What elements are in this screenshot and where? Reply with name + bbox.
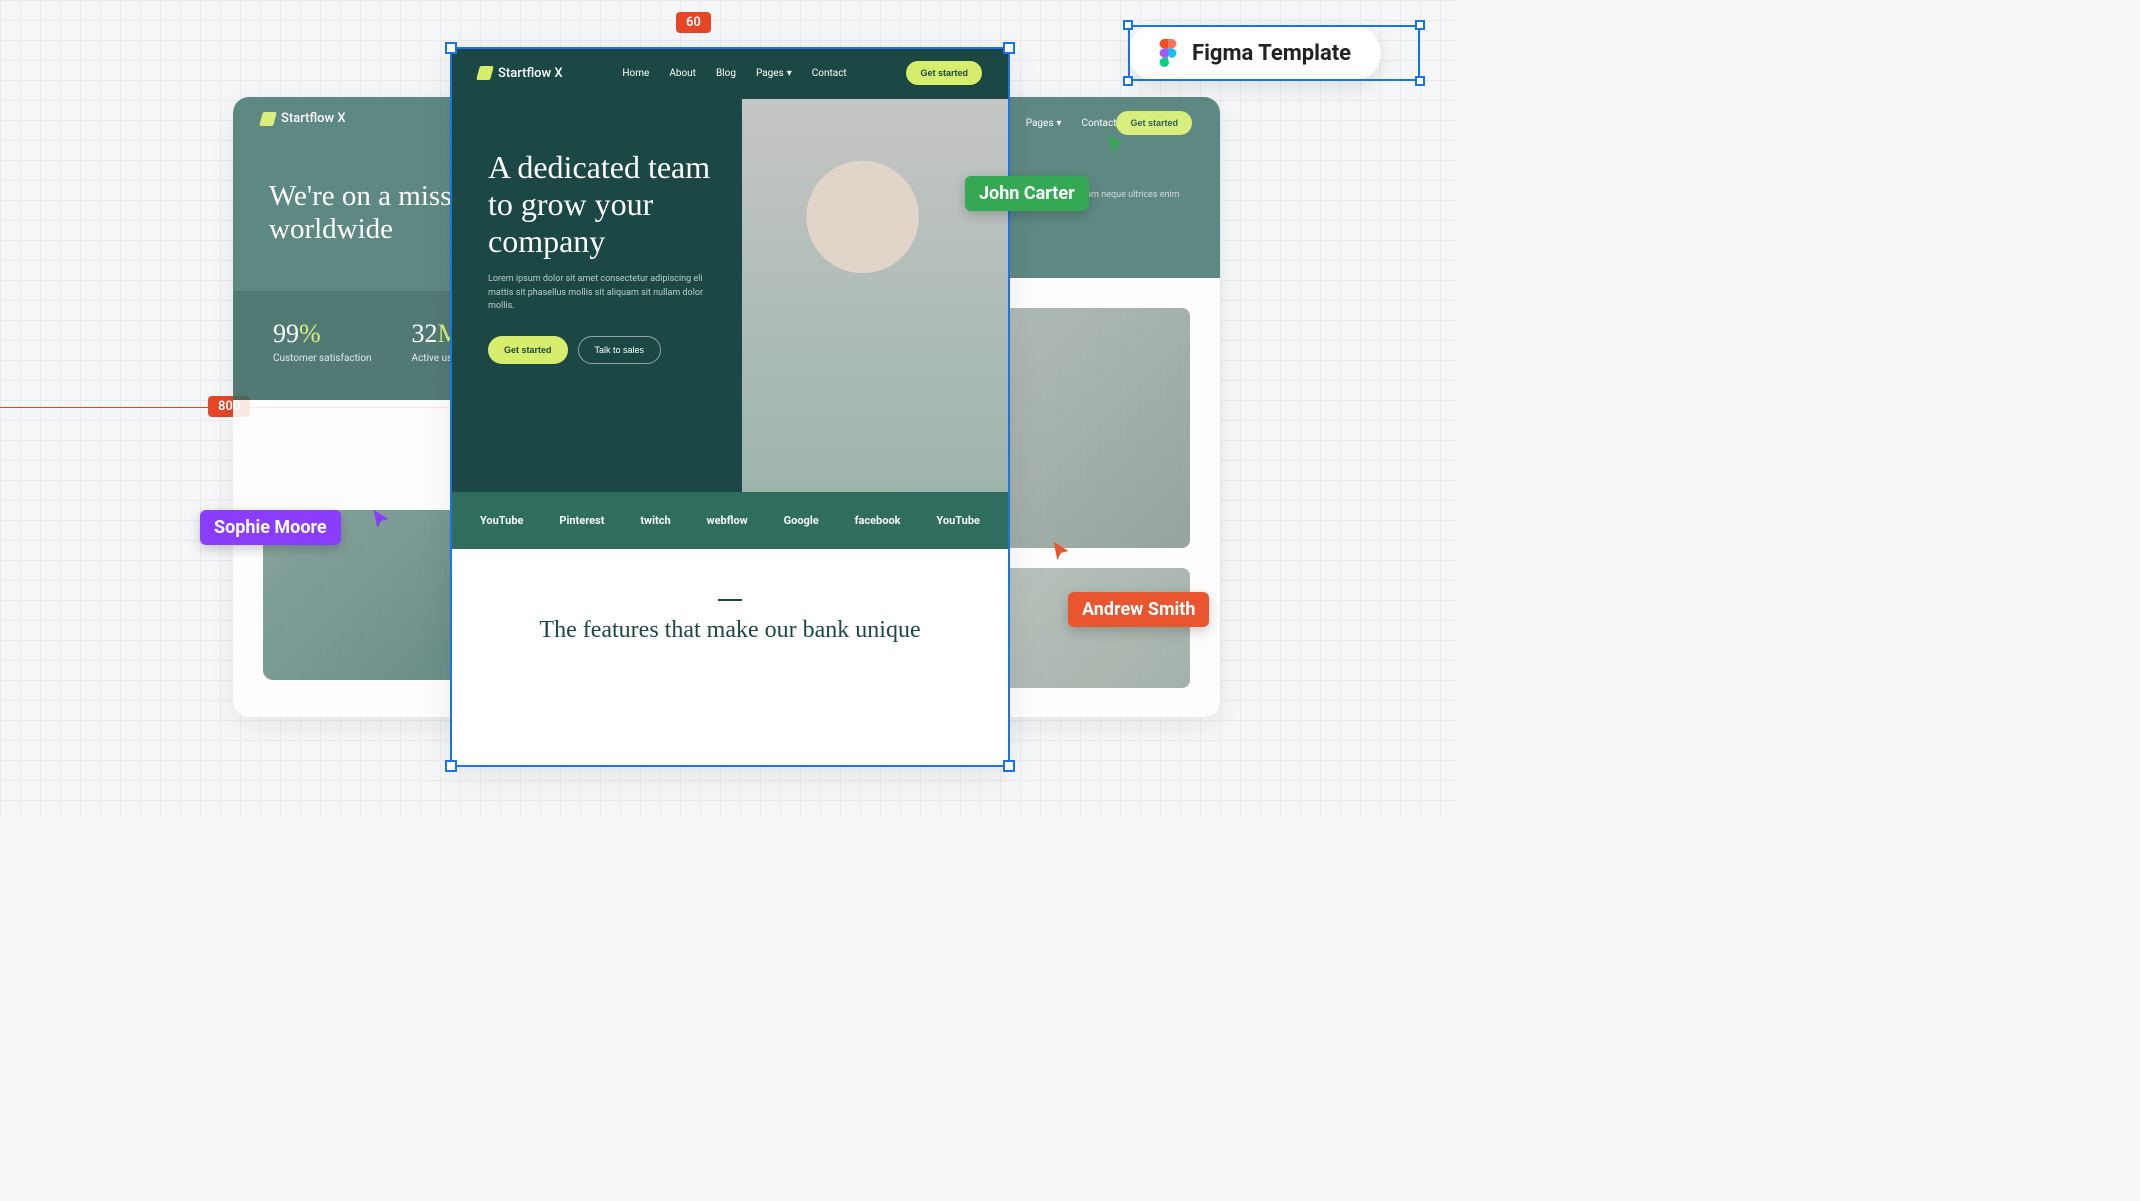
talk-to-sales-button[interactable]: Talk to sales (578, 336, 662, 364)
site-nav: Startflow X Home About Blog Pages ▾ Cont… (450, 47, 1010, 99)
nav-blog[interactable]: Blog (716, 68, 736, 79)
features-title: The features that make our bank unique (490, 615, 970, 646)
brand-youtube: YouTube (480, 514, 524, 527)
divider (718, 599, 742, 601)
collaborator-cursor-john (1105, 133, 1127, 155)
nav-contact[interactable]: Contact (812, 68, 847, 79)
cta-button[interactable]: Get started (1116, 111, 1192, 135)
collaborator-label-andrew: Andrew Smith (1068, 592, 1209, 627)
brand-name: Startflow X (281, 111, 346, 126)
brand-facebook: facebook (855, 514, 901, 527)
hero: A dedicated team to grow your company Lo… (450, 99, 1010, 492)
chevron-down-icon: ▾ (1057, 118, 1062, 129)
stat-1-value: 99 (273, 319, 299, 348)
measurement-top: 60 (676, 12, 711, 33)
hero-image (742, 99, 1010, 492)
stat-2-value: 32 (412, 319, 438, 348)
logo-icon (259, 112, 277, 126)
nav-about[interactable]: About (669, 68, 696, 79)
chevron-down-icon: ▾ (787, 68, 792, 79)
features-section: The features that make our bank unique (450, 549, 1010, 696)
get-started-button[interactable]: Get started (488, 336, 568, 364)
brand-pinterest: Pinterest (559, 514, 604, 527)
nav-home[interactable]: Home (622, 68, 649, 79)
nav-pages[interactable]: Pages ▾ (1026, 118, 1062, 129)
figma-template-badge[interactable]: Figma Template (1128, 25, 1381, 81)
stat-1: 99% Customer satisfaction (273, 319, 372, 364)
artboard-center-selected[interactable]: Startflow X Home About Blog Pages ▾ Cont… (450, 47, 1010, 767)
brand-webflow: webflow (707, 514, 748, 527)
collaborator-label-sophie: Sophie Moore (200, 510, 341, 545)
cta-button[interactable]: Get started (906, 61, 982, 85)
figma-badge-label: Figma Template (1192, 41, 1351, 66)
brand-logos-row: YouTube Pinterest twitch webflow Google … (450, 492, 1010, 549)
hero-title: A dedicated team to grow your company (488, 149, 712, 259)
nav-contact[interactable]: Contact (1082, 118, 1117, 129)
logo[interactable]: Startflow X (261, 111, 346, 126)
nav-links: Home About Blog Pages ▾ Contact (622, 68, 846, 79)
logo[interactable]: Startflow X (478, 66, 563, 81)
collaborator-label-john: John Carter (965, 176, 1089, 211)
nav-pages[interactable]: Pages ▾ (756, 68, 792, 79)
stat-1-label: Customer satisfaction (273, 353, 372, 364)
collaborator-name: Sophie Moore (200, 510, 341, 545)
hero-subtitle: Lorem ipsum dolor sit amet consectetur a… (488, 273, 712, 314)
brand-google: Google (784, 514, 819, 527)
brand-twitch: twitch (640, 514, 670, 527)
figma-icon (1158, 39, 1178, 67)
nav-links: Pages ▾ Contact (1026, 118, 1117, 129)
collaborator-name: Andrew Smith (1068, 592, 1209, 627)
logo-icon (476, 66, 494, 80)
collaborator-cursor-sophie (370, 508, 392, 530)
brand-youtube: YouTube (936, 514, 980, 527)
collaborator-name: John Carter (965, 176, 1089, 211)
brand-name: Startflow X (498, 66, 563, 81)
stat-1-suffix: % (299, 319, 321, 348)
collaborator-cursor-andrew (1050, 540, 1072, 562)
